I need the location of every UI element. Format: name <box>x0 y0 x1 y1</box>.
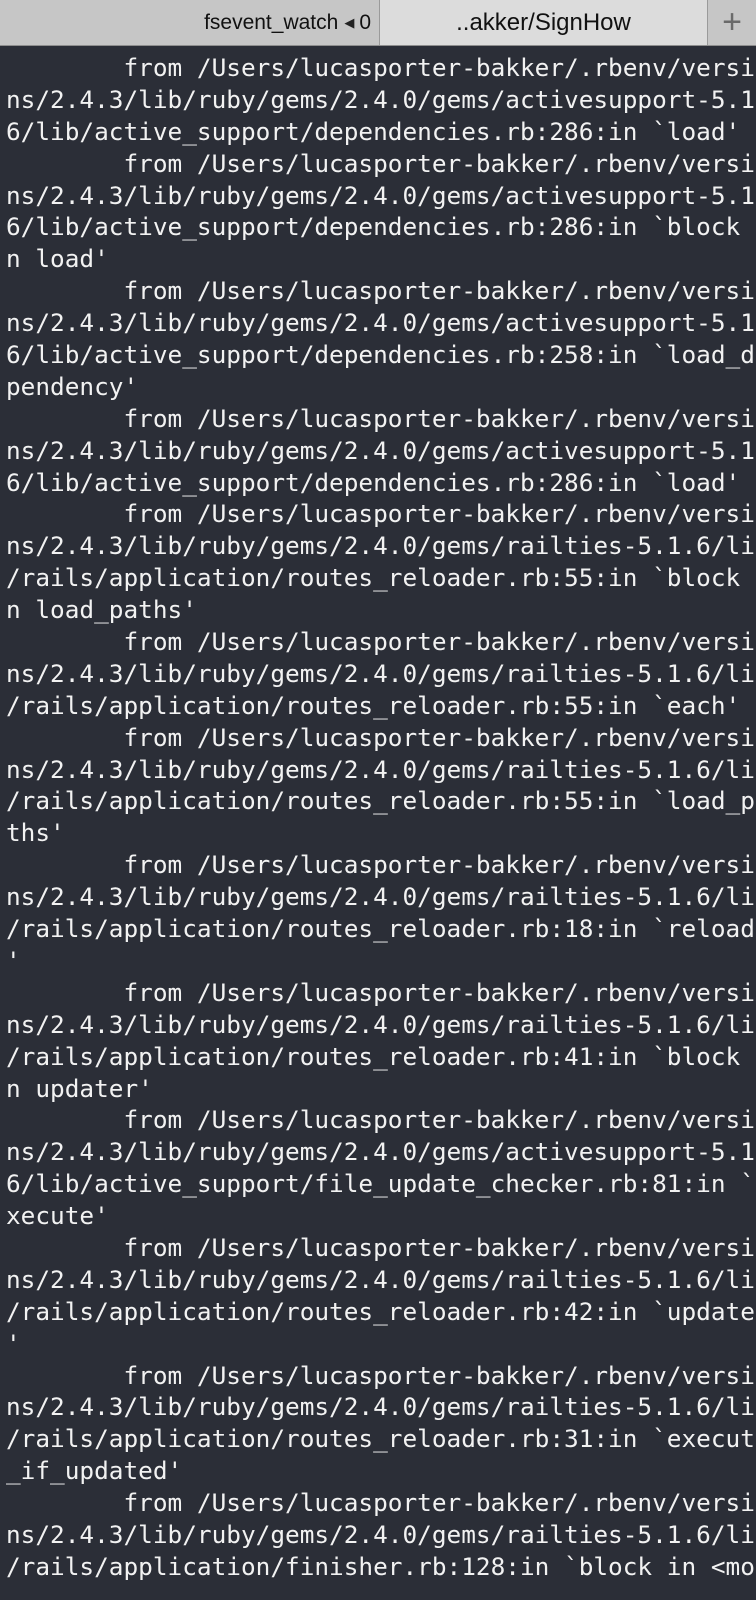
terminal-line: from /Users/lucasporter-bakker/.rbenv/ve… <box>6 1488 756 1518</box>
terminal-line: ns/2.4.3/lib/ruby/gems/2.4.0/gems/railti… <box>6 754 756 784</box>
terminal-line: 6/lib/active_support/dependencies.rb:286… <box>6 467 741 497</box>
terminal-line: _if_updated' <box>6 1456 183 1486</box>
terminal-line: ns/2.4.3/lib/ruby/gems/2.4.0/gems/railti… <box>6 1264 756 1294</box>
terminal-line: from /Users/lucasporter-bakker/.rbenv/ve… <box>6 403 756 433</box>
terminal-line: 6/lib/active_support/dependencies.rb:286… <box>6 212 756 242</box>
terminal-line: from /Users/lucasporter-bakker/.rbenv/ve… <box>6 276 756 306</box>
plus-icon: + <box>722 3 742 41</box>
terminal-line: ns/2.4.3/lib/ruby/gems/2.4.0/gems/railti… <box>6 1392 756 1422</box>
terminal-line: /rails/application/routes_reloader.rb:18… <box>6 914 756 944</box>
terminal-line: 6/lib/active_support/dependencies.rb:258… <box>6 340 756 370</box>
new-tab-button[interactable]: + <box>708 0 756 45</box>
terminal-line: ns/2.4.3/lib/ruby/gems/2.4.0/gems/active… <box>6 308 756 338</box>
terminal-line: ns/2.4.3/lib/ruby/gems/2.4.0/gems/active… <box>6 1137 756 1167</box>
terminal-line: ths' <box>6 818 65 848</box>
terminal-line: /rails/application/routes_reloader.rb:41… <box>6 1041 756 1071</box>
terminal-line: ns/2.4.3/lib/ruby/gems/2.4.0/gems/active… <box>6 84 756 114</box>
terminal-line: ns/2.4.3/lib/ruby/gems/2.4.0/gems/railti… <box>6 1009 756 1039</box>
terminal-line: /rails/application/routes_reloader.rb:42… <box>6 1296 756 1326</box>
terminal-line: from /Users/lucasporter-bakker/.rbenv/ve… <box>6 850 756 880</box>
terminal-line: ns/2.4.3/lib/ruby/gems/2.4.0/gems/active… <box>6 435 756 465</box>
terminal-line: from /Users/lucasporter-bakker/.rbenv/ve… <box>6 977 756 1007</box>
terminal-line: n load' <box>6 244 109 274</box>
terminal-line: ns/2.4.3/lib/ruby/gems/2.4.0/gems/railti… <box>6 658 756 688</box>
terminal-line: ns/2.4.3/lib/ruby/gems/2.4.0/gems/railti… <box>6 1519 756 1549</box>
terminal-output[interactable]: from /Users/lucasporter-bakker/.rbenv/ve… <box>0 46 756 1600</box>
tab-fsevent-watch[interactable]: fsevent_watch ◀ 0 <box>0 0 380 45</box>
terminal-line: from /Users/lucasporter-bakker/.rbenv/ve… <box>6 1232 756 1262</box>
terminal-line: xecute' <box>6 1201 109 1231</box>
terminal-line: from /Users/lucasporter-bakker/.rbenv/ve… <box>6 1105 756 1135</box>
terminal-line: ns/2.4.3/lib/ruby/gems/2.4.0/gems/railti… <box>6 882 756 912</box>
terminal-line: ns/2.4.3/lib/ruby/gems/2.4.0/gems/railti… <box>6 531 756 561</box>
terminal-line: ns/2.4.3/lib/ruby/gems/2.4.0/gems/active… <box>6 180 756 210</box>
tab-signhow[interactable]: ..akker/SignHow <box>380 0 708 45</box>
terminal-line: 6/lib/active_support/file_update_checker… <box>6 1169 756 1199</box>
tab-title: ..akker/SignHow <box>456 8 631 36</box>
terminal-line: /rails/application/routes_reloader.rb:31… <box>6 1424 756 1454</box>
terminal-line: /rails/application/routes_reloader.rb:55… <box>6 563 756 593</box>
tab-bar: fsevent_watch ◀ 0 ..akker/SignHow + <box>0 0 756 46</box>
terminal-line: from /Users/lucasporter-bakker/.rbenv/ve… <box>6 148 756 178</box>
terminal-line: ' <box>6 945 21 975</box>
terminal-line: from /Users/lucasporter-bakker/.rbenv/ve… <box>6 722 756 752</box>
terminal-line: /rails/application/finisher.rb:128:in `b… <box>6 1551 756 1581</box>
terminal-line: from /Users/lucasporter-bakker/.rbenv/ve… <box>6 627 756 657</box>
terminal-line: from /Users/lucasporter-bakker/.rbenv/ve… <box>6 53 756 82</box>
terminal-line: from /Users/lucasporter-bakker/.rbenv/ve… <box>6 499 756 529</box>
terminal-line: pendency' <box>6 371 139 401</box>
terminal-line: from /Users/lucasporter-bakker/.rbenv/ve… <box>6 1360 756 1390</box>
terminal-line: n load_paths' <box>6 595 197 625</box>
activity-indicator-icon: ◀ <box>344 14 355 30</box>
terminal-line: /rails/application/routes_reloader.rb:55… <box>6 690 741 720</box>
tab-badge: 0 <box>359 10 371 34</box>
tab-title: fsevent_watch <box>204 10 339 34</box>
terminal-line: 6/lib/active_support/dependencies.rb:286… <box>6 116 741 146</box>
terminal-line: ' <box>6 1328 21 1358</box>
terminal-line: n updater' <box>6 1073 153 1103</box>
terminal-line: /rails/application/routes_reloader.rb:55… <box>6 786 756 816</box>
